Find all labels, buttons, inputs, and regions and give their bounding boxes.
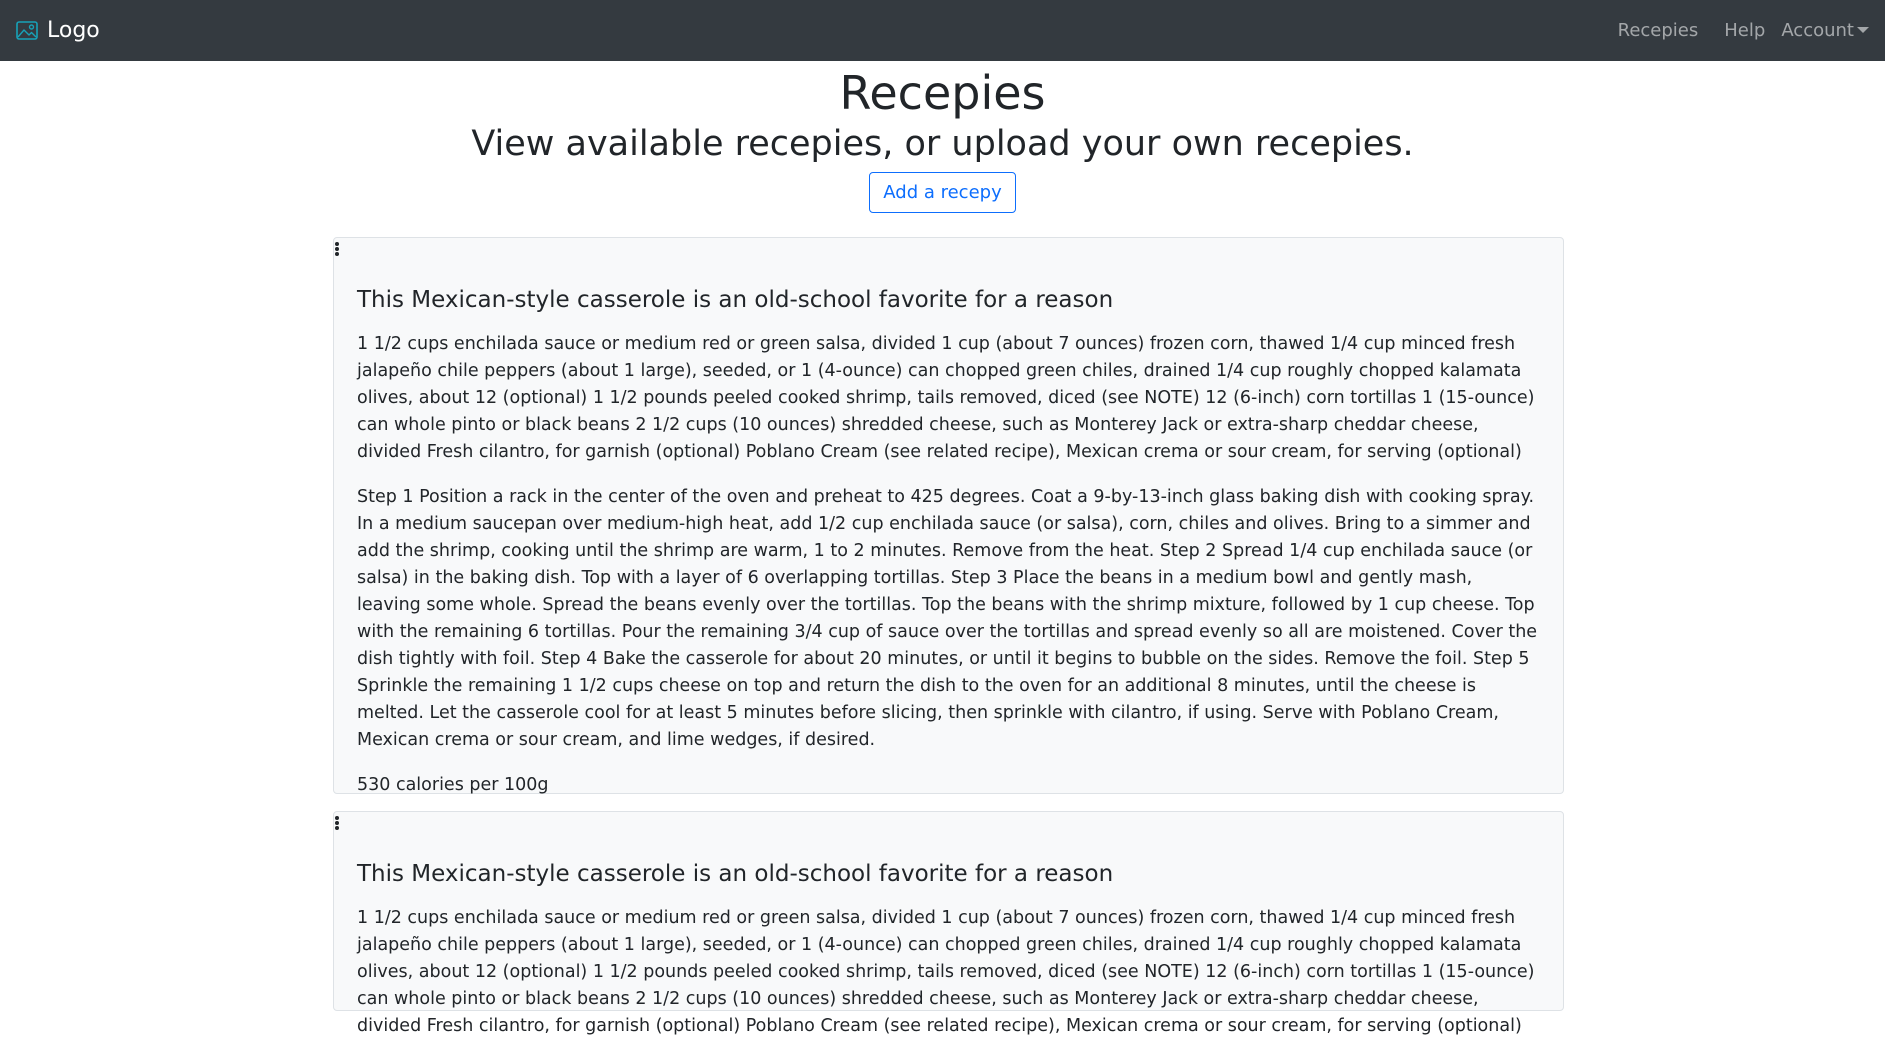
recipe-card: This Mexican-style casserole is an old-s… (333, 237, 1564, 795)
nav-account-dropdown[interactable]: Account (1781, 20, 1869, 41)
recipe-card-body: This Mexican-style casserole is an old-s… (334, 812, 1563, 1040)
caret-down-icon (1857, 27, 1869, 33)
recipe-steps: Step 1 Position a rack in the center of … (357, 486, 1538, 750)
add-recepy-button[interactable]: Add a recepy (869, 172, 1016, 214)
recipe-card: This Mexican-style casserole is an old-s… (333, 811, 1564, 1036)
nav-links: Recepies Help Account (1618, 20, 1869, 41)
nav-link-help[interactable]: Help (1724, 20, 1765, 41)
nav-link-recepies[interactable]: Recepies (1618, 20, 1699, 41)
recipe-card-body: This Mexican-style casserole is an old-s… (334, 238, 1563, 799)
navbar: Logo Recepies Help Account (0, 0, 1885, 61)
page-header: Recepies View available recepies, or upl… (0, 61, 1885, 214)
page-subtitle: View available recepies, or upload your … (471, 124, 1414, 165)
recipe-ingredients: 1 1/2 cups enchilada sauce or medium red… (357, 907, 1535, 1036)
more-options-icon[interactable] (334, 242, 342, 260)
recipe-calories: 530 calories per 100g (357, 774, 549, 795)
brand-label: Logo (47, 18, 100, 43)
brand-link[interactable]: Logo (16, 18, 100, 43)
recipe-title: This Mexican-style casserole is an old-s… (357, 287, 1114, 313)
recipe-title: This Mexican-style casserole is an old-s… (357, 861, 1114, 887)
page-title: Recepies (839, 66, 1046, 120)
recipe-ingredients: 1 1/2 cups enchilada sauce or medium red… (357, 333, 1535, 462)
nav-link-account: Account (1781, 20, 1854, 41)
image-icon (16, 21, 38, 40)
more-options-icon[interactable] (334, 816, 342, 834)
